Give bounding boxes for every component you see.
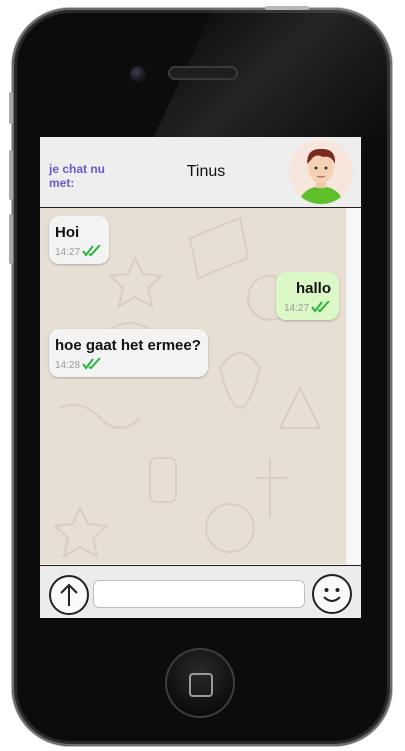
mute-switch [9,92,13,124]
front-camera [130,66,146,82]
header-label: je chat nu met: [49,162,106,190]
volume-up-button [9,150,13,200]
read-receipt-icon [82,358,101,370]
composer-bar [40,565,361,618]
read-receipt-icon [311,301,330,313]
message-time: 14:28 [55,360,81,371]
message-time: 14:27 [284,303,310,314]
message-input[interactable] [93,580,305,608]
home-square-icon [189,673,213,697]
message-text: hoe gaat het ermee? [55,337,201,354]
smiley-icon[interactable] [312,574,352,614]
earpiece-speaker [168,66,238,80]
message-bubble-incoming[interactable]: Hoi 14:27 [49,216,109,264]
message-bubble-incoming[interactable]: hoe gaat het ermee? 14:28 [49,329,208,377]
message-bubble-outgoing[interactable]: hallo 14:27 [276,272,339,320]
message-text: Hoi [55,224,80,241]
read-receipt-icon [82,245,101,257]
chat-screen: je chat nu met: Tinus Hoi 14:27 hallo 14… [40,137,361,618]
arrow-up-circle-icon[interactable] [49,575,89,615]
contact-name[interactable]: Tinus [158,163,254,181]
volume-down-button [9,214,13,264]
person-avatar-icon[interactable] [289,140,353,204]
chat-header: je chat nu met: Tinus [40,137,361,208]
message-list[interactable]: Hoi 14:27 hallo 14:27 hoe gaat het ermee… [40,208,346,564]
power-button [265,6,309,10]
message-text: hallo [295,280,331,297]
message-time: 14:27 [55,247,81,258]
scrollbar[interactable] [346,208,361,564]
